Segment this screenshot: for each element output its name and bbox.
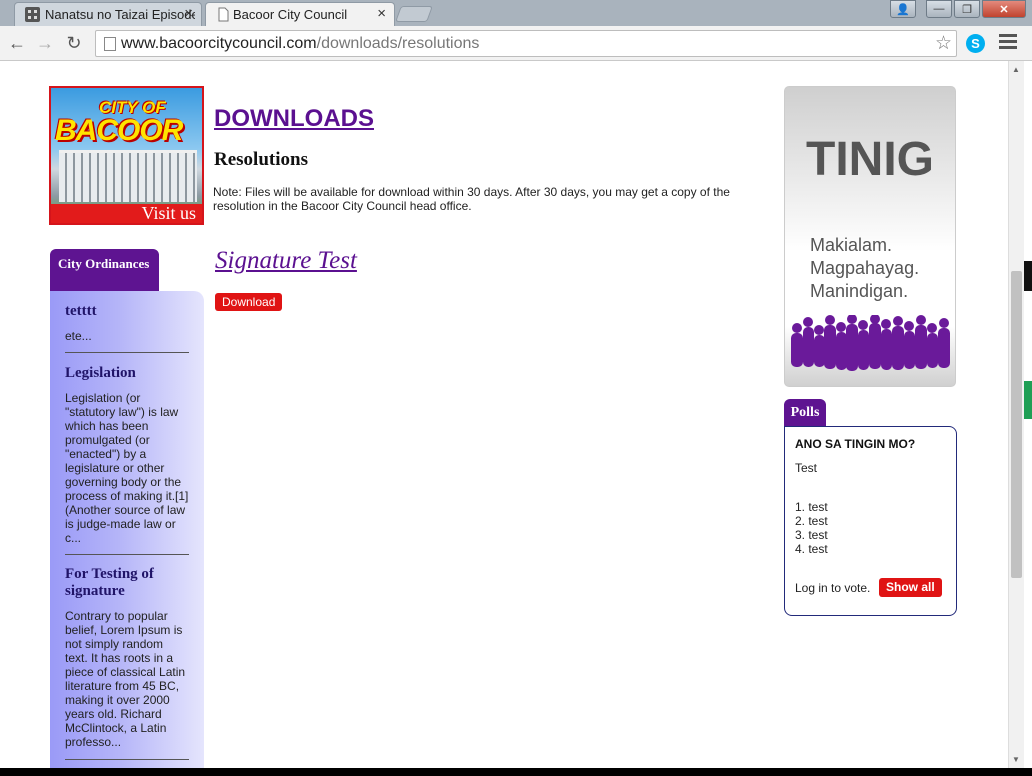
list-item[interactable]: Legislation Legislation (or "statutory l… [65,365,189,545]
list-item[interactable]: For Testing of signature Contrary to pop… [65,566,189,749]
ordinance-title[interactable]: For Testing of signature [65,566,189,600]
menu-icon[interactable] [999,34,1017,52]
window-controls: 👤 — ❐ ✕ [890,0,1026,20]
scroll-up-icon[interactable]: ▲ [1012,65,1020,74]
downloads-heading-link[interactable]: DOWNLOADS [214,105,374,133]
close-button[interactable]: ✕ [982,0,1026,18]
tinig-banner[interactable]: TINIG Makialam. Magpahayag. Manindigan. [784,86,956,387]
crowd-silhouette-icon [791,315,950,371]
city-of-bacoor-logo[interactable]: CITY OF BACOOR Visit us [49,86,204,225]
document-title-link[interactable]: Signature Test [215,247,357,275]
tab-close-icon[interactable]: × [184,5,193,22]
ordinance-title[interactable]: Legislation [65,365,189,382]
vertical-scrollbar[interactable]: ▲ ▼ [1008,61,1024,768]
tinig-title: TINIG [806,133,934,186]
new-tab-button[interactable] [395,6,433,22]
maximize-button[interactable]: ❐ [954,0,980,18]
skype-icon[interactable]: S [966,34,985,53]
bottom-edge [0,768,1032,776]
page-icon [216,7,231,22]
tinig-line: Magpahayag. [810,258,920,278]
forward-icon[interactable]: → [34,32,56,54]
download-button[interactable]: Download [215,293,283,311]
visit-us-label: Visit us [51,204,202,223]
resolutions-subheading: Resolutions [214,149,308,170]
minimize-button[interactable]: — [926,0,952,18]
ordinance-title[interactable]: tetttt [65,303,189,320]
url-text: www.bacoorcitycouncil.com/downloads/reso… [121,35,480,52]
back-icon[interactable]: ← [6,32,28,54]
poll-option: 2. test [795,514,828,528]
city-hall-image [59,150,197,202]
poll-question: ANO SA TINGIN MO? [795,437,916,451]
scroll-down-icon[interactable]: ▼ [1012,755,1020,764]
tab-title: Nanatsu no Taizai Episode [45,7,195,22]
user-icon[interactable]: 👤 [890,0,916,18]
show-all-button[interactable]: Show all [879,578,942,597]
list-item[interactable]: tetttt ete... [65,303,189,343]
poll-option: 1. test [795,500,828,514]
tinig-line: Makialam. [810,235,893,255]
ordinance-excerpt: Contrary to popular belief, Lorem Ipsum … [65,609,186,749]
page-icon [104,37,116,51]
poll-options: 1. test 2. test 3. test 4. test [795,500,828,556]
reload-icon[interactable]: ↻ [63,32,85,54]
browser-titlebar: Nanatsu no Taizai Episode × Bacoor City … [0,0,1032,26]
poll-description: Test [795,461,818,475]
tab-nanatsu[interactable]: Nanatsu no Taizai Episode × [14,2,202,26]
page-viewport: CITY OF BACOOR Visit us DOWNLOADS Resolu… [0,61,1008,768]
app-grid-icon [25,7,40,22]
browser-toolbar: ← → ↻ www.bacoorcitycouncil.com/download… [0,26,1032,61]
address-bar[interactable]: www.bacoorcitycouncil.com/downloads/reso… [95,30,957,57]
tab-title: Bacoor City Council [233,7,348,22]
ordinance-excerpt: ete... [65,329,92,343]
divider [65,352,189,353]
logo-text-bacoor: BACOOR [55,114,183,147]
tab-close-icon[interactable]: × [377,5,386,22]
poll-option: 3. test [795,528,828,542]
poll-option: 4. test [795,542,828,556]
polls-panel: ANO SA TINGIN MO? Test 1. test 2. test 3… [784,426,957,616]
login-to-vote-text: Log in to vote. [795,581,871,595]
divider [65,554,189,555]
ordinances-list: tetttt ete... Legislation Legislation (o… [50,291,204,768]
city-ordinances-tab[interactable]: City Ordinances [50,249,159,291]
tinig-line: Manindigan. [810,281,909,301]
polls-tab[interactable]: Polls [784,399,826,426]
download-note: Note: Files will be available for downlo… [213,185,730,213]
tab-bacoor[interactable]: Bacoor City Council × [205,2,395,26]
scrollbar-thumb[interactable] [1011,271,1022,578]
bookmark-star-icon[interactable]: ☆ [935,32,952,55]
ordinance-excerpt: Legislation (or "statutory law") is law … [65,391,189,545]
background-window-edge [1024,61,1032,768]
divider [65,759,189,760]
